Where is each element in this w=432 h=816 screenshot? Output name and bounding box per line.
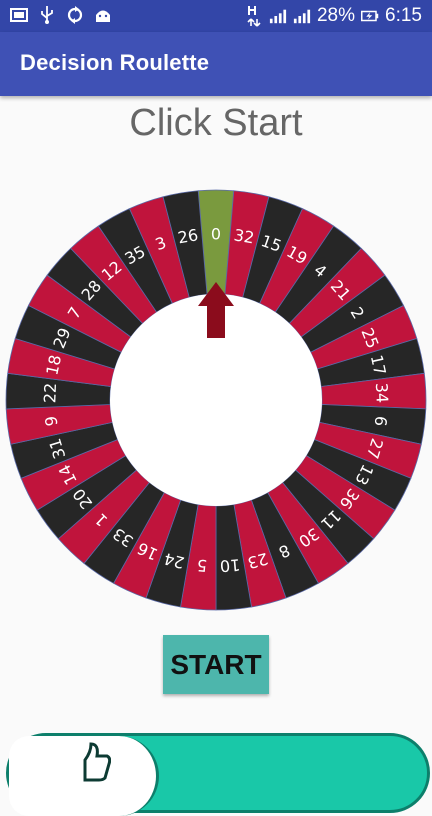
status-icons-right: 28% 6:15 xyxy=(245,4,422,28)
roulette-wheel: 0 32 15 19 4 21 2 25 17 34 6 27 13 36 11 30 8 23 10 5 24 16 33… xyxy=(0,184,432,616)
banner-bubble xyxy=(9,736,159,816)
thumbs-up-icon xyxy=(83,742,111,782)
clock: 6:15 xyxy=(385,5,422,26)
prompt-text: Click Start xyxy=(129,102,303,144)
pocket-number: 22 xyxy=(40,382,60,403)
usb-icon xyxy=(38,6,56,24)
pocket-number: 34 xyxy=(372,382,392,403)
roulette-wheel-svg: 0 32 15 19421225173462713361130823105241633… xyxy=(5,189,427,611)
screen-icon xyxy=(10,6,28,24)
pocket-number: 26 xyxy=(176,225,199,247)
battery-percent: 28% xyxy=(316,5,356,26)
pocket-number: 32 xyxy=(232,225,255,247)
battery-icon xyxy=(361,7,379,25)
pocket-number: 10 xyxy=(219,555,241,576)
status-icons-left xyxy=(10,6,112,24)
app-bar: Decision Roulette xyxy=(0,32,432,96)
data-h-icon xyxy=(245,6,263,27)
signal-icon xyxy=(269,7,287,25)
sync-icon xyxy=(66,6,84,24)
status-bar: 28% 6:15 xyxy=(0,0,432,32)
pocket-number: 0 xyxy=(211,225,221,244)
app-title: Decision Roulette xyxy=(20,50,210,75)
bottom-banner[interactable] xyxy=(6,733,430,816)
signal-icon xyxy=(293,7,311,25)
pocket-number: 5 xyxy=(196,556,208,576)
start-button[interactable]: START xyxy=(163,635,269,694)
android-icon xyxy=(94,6,112,24)
